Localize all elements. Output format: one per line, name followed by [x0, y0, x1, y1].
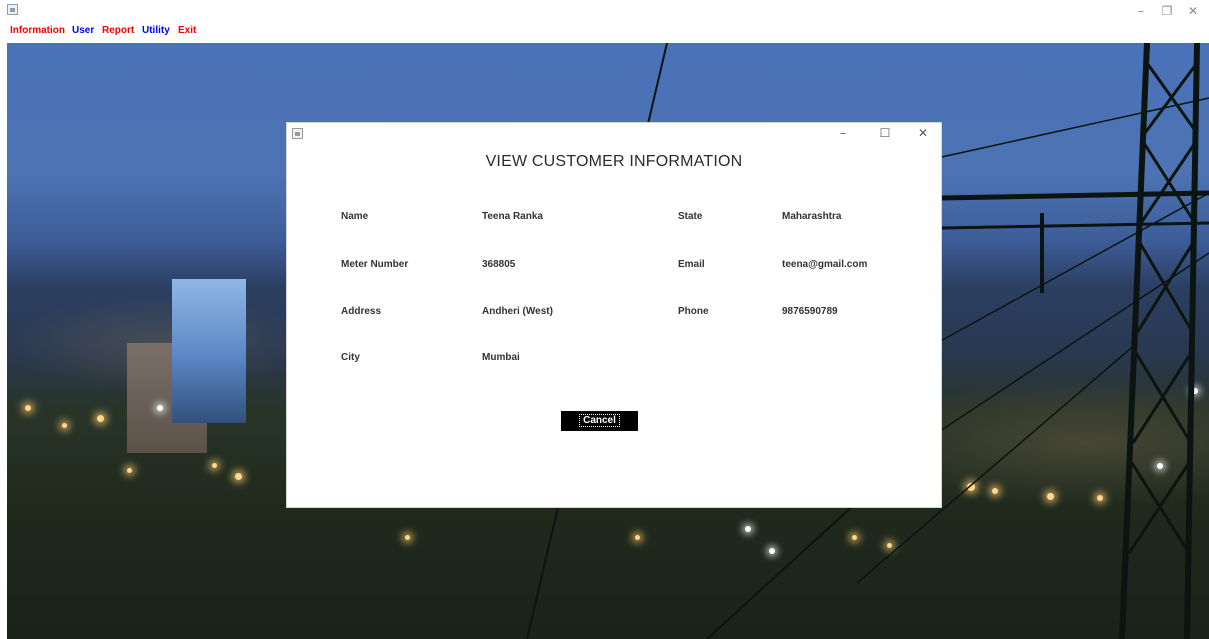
menu-exit[interactable]: Exit: [178, 25, 196, 37]
maximize-icon[interactable]: ☐: [871, 124, 899, 142]
address-label: Address: [341, 306, 382, 317]
minimize-icon[interactable]: –: [829, 124, 857, 142]
email-value: teena@gmail.com: [782, 259, 868, 270]
java-app-icon: [292, 128, 303, 139]
cancel-button-label: Cancel: [579, 414, 620, 427]
city-label: City: [341, 352, 360, 363]
minimize-icon[interactable]: –: [1127, 2, 1155, 20]
java-app-icon: [7, 4, 18, 15]
menu-report[interactable]: Report: [102, 25, 134, 37]
state-value: Maharashtra: [782, 211, 842, 222]
menu-information[interactable]: Information: [10, 25, 65, 37]
restore-icon[interactable]: ❐: [1153, 2, 1181, 20]
city-value: Mumbai: [482, 352, 520, 363]
cancel-button[interactable]: Cancel: [561, 411, 638, 431]
view-customer-dialog: – ☐ ✕ VIEW CUSTOMER INFORMATION Name Tee…: [287, 123, 941, 507]
name-label: Name: [341, 211, 369, 222]
menu-utility[interactable]: Utility: [142, 25, 170, 37]
meter-number-value: 368805: [482, 259, 516, 270]
menu-user[interactable]: User: [72, 25, 94, 37]
app-title-bar: – ❐ ✕: [0, 0, 1209, 22]
close-icon[interactable]: ✕: [909, 124, 937, 142]
dialog-title: VIEW CUSTOMER INFORMATION: [485, 153, 743, 170]
phone-label: Phone: [678, 306, 709, 317]
state-label: State: [678, 211, 703, 222]
phone-value: 9876590789: [782, 306, 838, 317]
meter-number-label: Meter Number: [341, 259, 409, 270]
name-value: Teena Ranka: [482, 211, 543, 222]
close-icon[interactable]: ✕: [1179, 2, 1207, 20]
menu-bar: Information User Report Utility Exit: [0, 22, 1209, 42]
email-label: Email: [678, 259, 705, 270]
address-value: Andheri (West): [482, 306, 553, 317]
